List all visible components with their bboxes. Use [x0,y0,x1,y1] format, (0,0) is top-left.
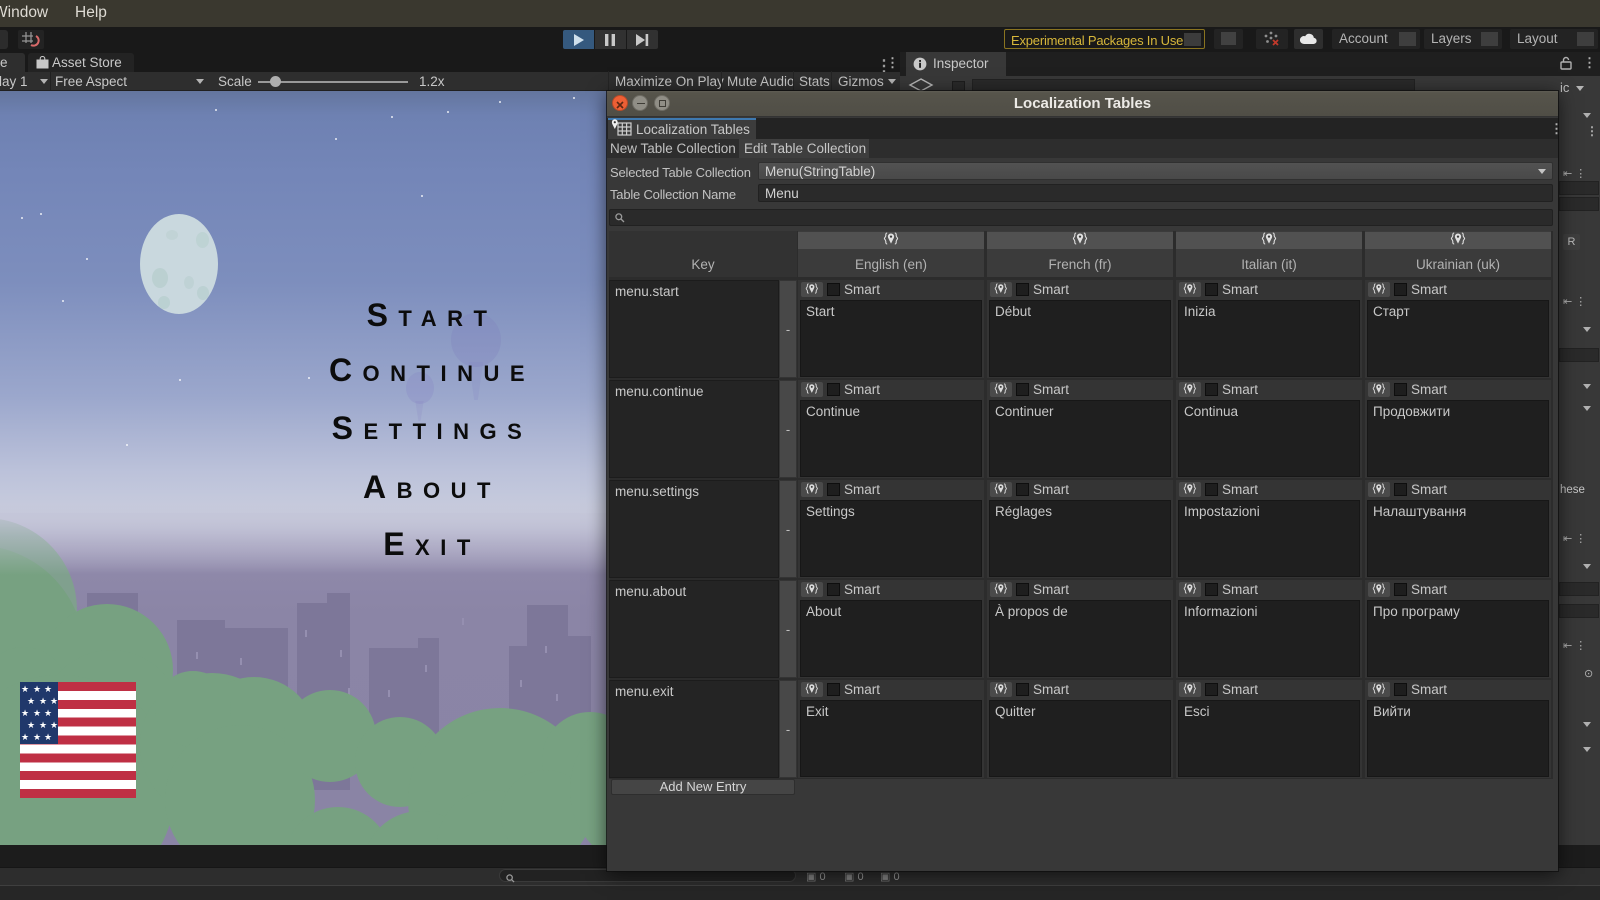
svg-text:★: ★ [27,696,35,706]
svg-text:★: ★ [21,684,29,694]
svg-text:★: ★ [44,708,52,718]
svg-text:★: ★ [33,708,41,718]
svg-text:★: ★ [50,696,58,706]
svg-text:★: ★ [50,720,58,730]
svg-text:★: ★ [44,732,52,742]
svg-text:★: ★ [21,708,29,718]
svg-text:★: ★ [21,732,29,742]
svg-text:★: ★ [33,684,41,694]
svg-text:★: ★ [33,732,41,742]
svg-text:★: ★ [39,720,47,730]
svg-text:★: ★ [44,684,52,694]
svg-text:★: ★ [27,720,35,730]
svg-text:★: ★ [39,696,47,706]
